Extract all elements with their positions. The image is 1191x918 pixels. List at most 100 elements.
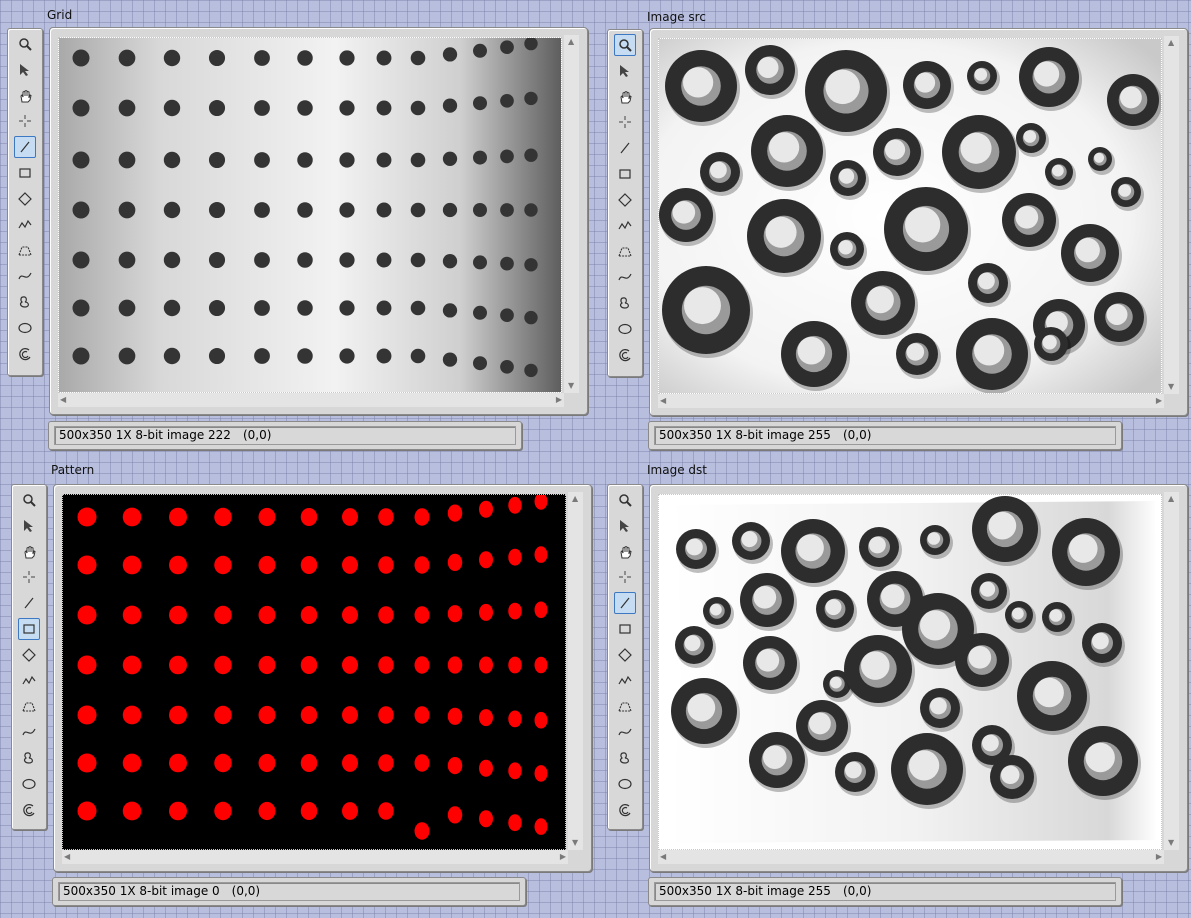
vertical-scrollbar[interactable]: ▲ ▼ xyxy=(1164,36,1179,394)
scroll-left-icon[interactable]: ◀ xyxy=(60,395,66,405)
pointer-tool-button[interactable] xyxy=(18,515,40,537)
zoom-tool-button[interactable] xyxy=(18,489,40,511)
polyline-tool-button[interactable] xyxy=(14,214,36,236)
annulus-tool-button[interactable] xyxy=(14,239,36,261)
grid-dot xyxy=(500,40,514,55)
scroll-up-icon[interactable]: ▲ xyxy=(1168,494,1174,504)
rectangle-tool-button[interactable] xyxy=(614,618,636,640)
scroll-down-icon[interactable]: ▼ xyxy=(568,381,574,391)
broken-annulus-tool-button[interactable] xyxy=(18,799,40,821)
zoom-tool-button[interactable] xyxy=(614,34,636,56)
line-tool-button[interactable] xyxy=(614,137,636,159)
horizontal-scrollbar[interactable]: ◀ ▶ xyxy=(58,393,564,407)
broken-annulus-tool-button[interactable] xyxy=(614,799,636,821)
rotated-rect-tool-button[interactable] xyxy=(614,189,636,211)
line-tool-button[interactable] xyxy=(614,592,636,615)
image-display-pattern[interactable]: ▲ ▼ ◀ ▶ xyxy=(53,484,592,872)
scroll-up-icon[interactable]: ▲ xyxy=(1168,38,1174,48)
scroll-left-icon[interactable]: ◀ xyxy=(660,396,666,406)
rectangle-tool-button[interactable] xyxy=(14,162,36,184)
broken-annulus-tool-button[interactable] xyxy=(614,344,636,366)
washer-hole-light xyxy=(968,645,992,669)
freehand-region-tool-button[interactable] xyxy=(614,747,636,769)
rectangle-tool-button[interactable] xyxy=(18,618,40,640)
horizontal-scrollbar[interactable]: ◀ ▶ xyxy=(658,850,1164,864)
pattern-dot xyxy=(342,556,358,574)
line-tool-button[interactable] xyxy=(18,592,40,614)
scroll-up-icon[interactable]: ▲ xyxy=(568,37,574,47)
freehand-line-tool-button[interactable] xyxy=(614,721,636,743)
image-viewport-pattern[interactable] xyxy=(62,494,566,850)
scroll-down-icon[interactable]: ▼ xyxy=(1168,382,1174,392)
crosshair-tool-button[interactable] xyxy=(614,566,636,588)
horizontal-scrollbar[interactable]: ◀ ▶ xyxy=(658,394,1164,408)
scroll-right-icon[interactable]: ▶ xyxy=(560,852,566,862)
pointer-tool-button[interactable] xyxy=(614,515,636,537)
oval-tool-button[interactable] xyxy=(614,318,636,340)
freehand-region-tool-button[interactable] xyxy=(18,747,40,769)
scroll-down-icon[interactable]: ▼ xyxy=(572,838,578,848)
pattern-dot xyxy=(169,507,187,527)
pointer-tool-button[interactable] xyxy=(14,59,36,81)
oval-tool-button[interactable] xyxy=(14,317,36,339)
grid-dot xyxy=(410,100,426,116)
image-display-src[interactable]: ▲ ▼ ◀ ▶ xyxy=(649,28,1188,416)
freehand-region-tool-button[interactable] xyxy=(14,291,36,313)
scroll-up-icon[interactable]: ▲ xyxy=(572,494,578,504)
polyline-tool-button[interactable] xyxy=(18,670,40,692)
annulus-icon xyxy=(18,246,32,256)
pointer-icon xyxy=(20,63,29,76)
line-tool-button[interactable] xyxy=(14,136,36,159)
freehand-region-tool-button[interactable] xyxy=(614,292,636,314)
image-viewport-dst[interactable] xyxy=(658,494,1162,850)
rotated-rect-tool-button[interactable] xyxy=(614,644,636,666)
freehand-line-tool-button[interactable] xyxy=(14,265,36,287)
annulus-tool-button[interactable] xyxy=(614,240,636,262)
polyline-tool-button[interactable] xyxy=(614,215,636,237)
pattern-dot xyxy=(122,605,142,625)
scroll-down-icon[interactable]: ▼ xyxy=(1168,838,1174,848)
scroll-right-icon[interactable]: ▶ xyxy=(1156,852,1162,862)
oval-tool-button[interactable] xyxy=(614,773,636,795)
polyline-tool-button[interactable] xyxy=(614,670,636,692)
image-viewport-src[interactable] xyxy=(658,38,1162,394)
annulus-tool-button[interactable] xyxy=(18,695,40,717)
zoom-tool-button[interactable] xyxy=(614,489,636,511)
oval-tool-button[interactable] xyxy=(18,773,40,795)
scroll-left-icon[interactable]: ◀ xyxy=(660,852,666,862)
zoom-tool-button[interactable] xyxy=(14,33,36,55)
scroll-left-icon[interactable]: ◀ xyxy=(64,852,70,862)
rotated-rect-tool-button[interactable] xyxy=(14,188,36,210)
broken-annulus-tool-button[interactable] xyxy=(14,343,36,365)
pan-hand-tool-button[interactable] xyxy=(614,541,636,563)
pan-hand-tool-button[interactable] xyxy=(614,86,636,108)
annulus-tool-button[interactable] xyxy=(614,695,636,717)
pan-hand-tool-button[interactable] xyxy=(14,85,36,107)
crosshair-tool-button[interactable] xyxy=(18,566,40,588)
crosshair-tool-button[interactable] xyxy=(14,110,36,132)
vertical-scrollbar[interactable]: ▲ ▼ xyxy=(1164,492,1179,850)
image-display-dst[interactable]: ▲ ▼ ◀ ▶ xyxy=(649,484,1188,872)
grid-dot xyxy=(72,299,90,317)
crosshair-tool-button[interactable] xyxy=(614,111,636,133)
scroll-right-icon[interactable]: ▶ xyxy=(1156,396,1162,406)
image-display-grid[interactable]: ▲ ▼ ◀ ▶ xyxy=(49,27,588,415)
rotated-rect-tool-button[interactable] xyxy=(18,644,40,666)
horizontal-scrollbar[interactable]: ◀ ▶ xyxy=(62,850,568,864)
pointer-tool-button[interactable] xyxy=(614,60,636,82)
freehand-line-tool-button[interactable] xyxy=(18,721,40,743)
washer-hole-light xyxy=(1049,609,1063,622)
rectangle-tool-button[interactable] xyxy=(614,163,636,185)
pattern-dot xyxy=(479,603,493,621)
pattern-dot xyxy=(258,801,276,821)
pan-hand-tool-button[interactable] xyxy=(18,541,40,563)
scroll-right-icon[interactable]: ▶ xyxy=(556,395,562,405)
pattern-dot xyxy=(508,710,522,728)
grid-dot xyxy=(500,308,514,323)
freehand-line-icon xyxy=(18,272,32,280)
image-viewport-grid[interactable] xyxy=(58,37,562,393)
freehand-line-tool-button[interactable] xyxy=(614,266,636,288)
vertical-scrollbar[interactable]: ▲ ▼ xyxy=(568,492,583,850)
pattern-dot xyxy=(508,496,522,514)
vertical-scrollbar[interactable]: ▲ ▼ xyxy=(564,35,579,393)
